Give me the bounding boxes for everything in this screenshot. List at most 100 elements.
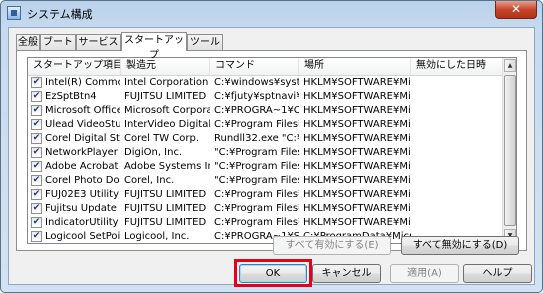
system-config-icon xyxy=(7,6,21,20)
tab-boot[interactable]: ブート xyxy=(40,34,76,50)
disable-all-button[interactable]: すべて無効にする(D) xyxy=(401,236,519,255)
enable-all-button[interactable]: すべて有効にする(E) xyxy=(273,236,391,255)
row-checkbox[interactable]: ✔ xyxy=(31,147,42,158)
cell-disabled xyxy=(415,90,503,104)
cell-command: C:¥PROGRA~1¥CO... xyxy=(214,105,299,116)
row-checkbox[interactable]: ✔ xyxy=(31,175,42,186)
cell-item: IndicatorUtility xyxy=(45,217,119,228)
cell-command: "C:¥Program Files... xyxy=(214,161,299,172)
startup-items-list[interactable]: スタートアップ項目 製造元 コマンド 場所 無効にした日時 ✔ Intel(R) … xyxy=(27,57,517,244)
table-row[interactable]: ✔Fujitsu Update ... FUJITSU LIMITED C:¥Pro… xyxy=(28,202,503,216)
ok-button-highlight xyxy=(234,259,312,287)
table-row[interactable]: ✔ EzSptBtn4 FUJITSU LIMITED C:¥fjuty¥sptnav… xyxy=(28,90,503,104)
cell-location: HKLM¥SOFTWARE¥Micr... xyxy=(303,105,411,116)
row-checkbox[interactable]: ✔ xyxy=(31,161,42,172)
dialog-client-area: 全般 ブート サービス スタートアップ ツール スタートアップ項目 製造元 コマ… xyxy=(8,27,535,287)
cell-command: C:¥Program Files¥... xyxy=(214,203,299,214)
cancel-button[interactable]: キャンセル xyxy=(312,264,381,283)
table-row[interactable]: ✔Intel(R) Commo... Intel Corporation C:¥wi… xyxy=(28,76,503,90)
cell-item: Corel Digital St... xyxy=(45,133,120,144)
table-row[interactable]: ✔ FUJ02E3 Utility FUJITSU LIMITED C:¥Progra… xyxy=(28,188,503,202)
cell-command: C:¥windows¥syste... xyxy=(214,77,299,88)
cell-maker: FUJITSU LIMITED xyxy=(124,203,207,214)
cell-maker: Corel, Inc. xyxy=(124,175,175,186)
cell-location: HKLM¥SOFTWARE¥Micr... xyxy=(303,203,411,214)
help-button[interactable]: ヘルプ xyxy=(463,264,532,283)
vertical-scrollbar[interactable]: ▲ ▼ xyxy=(502,58,516,243)
cell-maker: Intel Corporation xyxy=(124,77,209,88)
column-header-location[interactable]: 場所 xyxy=(299,58,411,75)
row-checkbox[interactable]: ✔ xyxy=(31,231,42,242)
cell-command: C:¥Program Files¥... xyxy=(214,119,299,130)
cell-maker: FUJITSU LIMITED xyxy=(124,189,207,200)
startup-tab-panel: スタートアップ項目 製造元 コマンド 場所 無効にした日時 ✔ Intel(R) … xyxy=(16,50,527,251)
cell-disabled xyxy=(415,188,503,202)
table-row[interactable]: ✔NetworkPlayer ... DigiOn, Inc. "C:¥Progra… xyxy=(28,146,503,160)
row-checkbox[interactable]: ✔ xyxy=(31,133,42,144)
cell-location: HKLM¥SOFTWARE¥Micr... xyxy=(303,77,411,88)
cell-disabled xyxy=(415,216,503,230)
row-checkbox[interactable]: ✔ xyxy=(31,217,42,228)
column-header-disabled-date[interactable]: 無効にした日時 xyxy=(411,58,503,75)
cell-location: HKLM¥SOFTWARE¥Micr... xyxy=(303,161,411,172)
table-row[interactable]: ✔Corel Photo Do... Corel, Inc. "C:¥Program… xyxy=(28,174,503,188)
cell-command: "C:¥Program Files... xyxy=(214,175,299,186)
cell-disabled xyxy=(415,160,503,174)
row-checkbox[interactable]: ✔ xyxy=(31,203,42,214)
cell-maker: Corel TW Corp. xyxy=(124,133,200,144)
cell-maker: Logicool, Inc. xyxy=(124,231,190,242)
cell-disabled xyxy=(415,118,503,132)
column-header-command[interactable]: コマンド xyxy=(210,58,299,75)
cell-location: HKLM¥SOFTWARE¥Micr... xyxy=(303,133,411,144)
table-row[interactable]: ✔Ulead VideoStu... InterVideo Digital ...… xyxy=(28,118,503,132)
tab-general[interactable]: 全般 xyxy=(16,34,40,50)
tab-startup[interactable]: スタートアップ xyxy=(121,32,187,61)
cell-disabled xyxy=(415,146,503,160)
close-button[interactable]: ✕ xyxy=(495,1,537,19)
cell-item: Corel Photo Do... xyxy=(45,175,120,186)
cell-maker: Microsoft Corporat... xyxy=(124,105,210,116)
cell-item: EzSptBtn4 xyxy=(45,91,97,102)
cell-command: C:¥Program Files¥... xyxy=(214,217,299,228)
cell-location: HKLM¥SOFTWARE¥Micr... xyxy=(303,119,411,130)
row-checkbox[interactable]: ✔ xyxy=(31,91,42,102)
cell-disabled xyxy=(415,104,503,118)
cell-command: "C:¥Program Files... xyxy=(214,147,299,158)
table-row[interactable]: ✔Microsoft Office... Microsoft Corporat..… xyxy=(28,104,503,118)
cell-item: FUJ02E3 Utility xyxy=(45,189,120,200)
table-row[interactable]: ✔Adobe Acrobat Adobe Systems In... "C:¥Pro… xyxy=(28,160,503,174)
close-icon: ✕ xyxy=(510,2,522,16)
cell-disabled xyxy=(415,174,503,188)
tab-tools[interactable]: ツール xyxy=(187,34,223,50)
table-row[interactable]: ✔ IndicatorUtility FUJITSU LIMITED C:¥Progr… xyxy=(28,216,503,230)
cell-item: Adobe Acrobat xyxy=(45,161,119,172)
table-row[interactable]: ✔Corel Digital St... Corel TW Corp. Rundll… xyxy=(28,132,503,146)
row-checkbox[interactable]: ✔ xyxy=(31,105,42,116)
cell-item: NetworkPlayer ... xyxy=(45,147,120,158)
system-config-window: システム構成 ✕ 全般 ブート サービス スタートアップ ツール スタートアップ… xyxy=(0,0,543,293)
column-header-startup-item[interactable]: スタートアップ項目 xyxy=(28,58,121,75)
apply-button[interactable]: 適用(A) xyxy=(390,264,459,283)
cell-disabled xyxy=(415,202,503,216)
row-checkbox[interactable]: ✔ xyxy=(31,189,42,200)
cell-maker: FUJITSU LIMITED xyxy=(124,91,207,102)
cell-maker: Adobe Systems In... xyxy=(124,161,210,172)
column-header-manufacturer[interactable]: 製造元 xyxy=(121,58,210,75)
cell-disabled xyxy=(415,132,503,146)
list-header: スタートアップ項目 製造元 コマンド 場所 無効にした日時 xyxy=(28,58,503,76)
tab-services[interactable]: サービス xyxy=(76,34,121,50)
title-bar[interactable]: システム構成 ✕ xyxy=(1,1,542,25)
scrollbar-thumb[interactable] xyxy=(504,75,516,226)
cell-location: HKLM¥SOFTWARE¥Micr... xyxy=(303,175,411,186)
cell-location: HKLM¥SOFTWARE¥Micr... xyxy=(303,189,411,200)
cell-maker: FUJITSU LIMITED xyxy=(124,217,207,228)
cell-maker: DigiOn, Inc. xyxy=(124,147,183,158)
cell-location: HKLM¥SOFTWARE¥Micr... xyxy=(303,217,411,228)
scroll-up-button[interactable]: ▲ xyxy=(504,59,516,72)
cell-location: HKLM¥SOFTWARE¥Micr... xyxy=(303,147,411,158)
cell-command: C:¥Program Files¥... xyxy=(214,189,299,200)
row-checkbox[interactable]: ✔ xyxy=(31,77,42,88)
row-checkbox[interactable]: ✔ xyxy=(31,119,42,130)
cell-item: Intel(R) Commo... xyxy=(45,77,120,88)
cell-item: Microsoft Office... xyxy=(45,105,120,116)
